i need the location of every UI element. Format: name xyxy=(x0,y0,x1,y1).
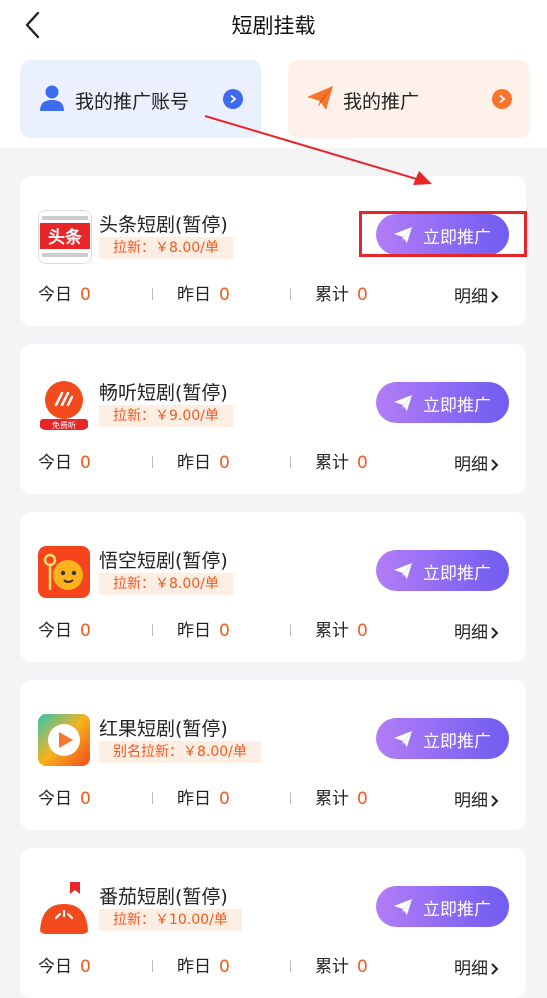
stat-yesterday: 昨日 0 xyxy=(177,957,230,977)
chevron-right-icon xyxy=(491,627,499,639)
reward-tag: 拉新：￥8.00/单 xyxy=(99,573,233,595)
stat-yesterday: 昨日 0 xyxy=(177,621,230,641)
page-title: 短剧挂载 xyxy=(231,14,316,38)
reward-tag: 拉新：￥10.00/单 xyxy=(99,909,242,931)
divider xyxy=(152,960,153,972)
detail-link[interactable]: 明细 xyxy=(454,282,500,307)
paper-plane-icon xyxy=(307,86,333,110)
divider xyxy=(290,960,291,972)
highlight-box xyxy=(359,211,527,257)
chevron-right-icon xyxy=(491,795,499,807)
drama-name: 畅听短剧(暂停) xyxy=(99,382,228,404)
stats-row: 今日 0 昨日 0 累计 0 明细 xyxy=(38,784,508,811)
stat-total: 累计 0 xyxy=(315,621,368,641)
stats-row: 今日 0 昨日 0 累计 0 明细 xyxy=(38,448,508,475)
drama-card-fanqie: 番茄短剧(暂停) 拉新：￥10.00/单 立即推广 今日 0 昨日 0 累计 0 明细 xyxy=(20,848,526,998)
divider xyxy=(152,792,153,804)
reward-tag: 拉新：￥8.00/单 xyxy=(99,237,233,259)
stat-today: 今日 0 xyxy=(38,453,91,473)
stats-row: 今日 0 昨日 0 累计 0 明细 xyxy=(38,952,508,979)
stat-today: 今日 0 xyxy=(38,789,91,809)
divider xyxy=(152,288,153,300)
divider xyxy=(290,792,291,804)
stat-yesterday: 昨日 0 xyxy=(177,285,230,305)
chevron-right-icon xyxy=(223,89,243,109)
paper-plane-icon xyxy=(394,899,412,915)
chevron-right-icon xyxy=(491,963,499,975)
divider xyxy=(290,456,291,468)
user-icon xyxy=(40,85,64,111)
divider xyxy=(290,288,291,300)
my-promo-account-label: 我的推广账号 xyxy=(75,91,190,113)
stats-row: 今日 0 昨日 0 累计 0 明细 xyxy=(38,616,508,643)
paper-plane-icon xyxy=(394,395,412,411)
chevron-right-icon xyxy=(492,89,512,109)
promote-now-button[interactable]: 立即推广 xyxy=(376,550,509,591)
promote-now-button[interactable]: 立即推广 xyxy=(376,718,509,759)
stat-yesterday: 昨日 0 xyxy=(177,789,230,809)
stat-total: 累计 0 xyxy=(315,285,368,305)
reward-tag: 别名拉新：￥8.00/单 xyxy=(99,741,261,763)
stat-today: 今日 0 xyxy=(38,285,91,305)
drama-card-changting: 免费听 畅听短剧(暂停) 拉新：￥9.00/单 立即推广 今日 0 昨日 0 累计 0… xyxy=(20,344,526,494)
stat-today: 今日 0 xyxy=(38,957,91,977)
detail-link[interactable]: 明细 xyxy=(454,618,500,643)
chevron-right-icon xyxy=(491,291,499,303)
top-cards-area: 我的推广账号 我的推广 xyxy=(0,48,547,148)
my-promo-account-card[interactable]: 我的推广账号 xyxy=(20,60,261,138)
logo-text: 免费听 xyxy=(52,420,76,430)
detail-link[interactable]: 明细 xyxy=(454,450,500,475)
logo-text: 头条 xyxy=(48,227,83,248)
drama-card-wukong: 悟空短剧(暂停) 拉新：￥8.00/单 立即推广 今日 0 昨日 0 累计 0 明细 xyxy=(20,512,526,662)
changting-logo-icon: 免费听 xyxy=(38,378,90,430)
stat-yesterday: 昨日 0 xyxy=(177,453,230,473)
stats-row: 今日 0 昨日 0 累计 0 明细 xyxy=(38,280,508,307)
my-promo-label: 我的推广 xyxy=(343,91,420,113)
paper-plane-icon xyxy=(394,563,412,579)
detail-link[interactable]: 明细 xyxy=(454,786,500,811)
fanqie-logo-icon xyxy=(38,882,90,934)
drama-card-hongguo: 红果短剧(暂停) 别名拉新：￥8.00/单 立即推广 今日 0 昨日 0 累计 0 明… xyxy=(20,680,526,830)
promote-now-button[interactable]: 立即推广 xyxy=(376,886,509,927)
paper-plane-icon xyxy=(394,731,412,747)
wukong-logo-icon xyxy=(38,546,90,598)
divider xyxy=(152,624,153,636)
stat-total: 累计 0 xyxy=(315,789,368,809)
drama-name: 红果短剧(暂停) xyxy=(99,718,228,740)
stat-today: 今日 0 xyxy=(38,621,91,641)
header-bar: 短剧挂载 xyxy=(0,0,547,48)
toutiao-logo-icon: 头条 xyxy=(38,210,92,264)
drama-name: 番茄短剧(暂停) xyxy=(99,886,228,908)
stat-total: 累计 0 xyxy=(315,957,368,977)
my-promo-card[interactable]: 我的推广 xyxy=(288,60,530,138)
detail-link[interactable]: 明细 xyxy=(454,954,500,979)
stat-total: 累计 0 xyxy=(315,453,368,473)
promote-now-button[interactable]: 立即推广 xyxy=(376,382,509,423)
hongguo-logo-icon xyxy=(38,714,90,766)
divider xyxy=(290,624,291,636)
reward-tag: 拉新：￥9.00/单 xyxy=(99,405,233,427)
chevron-right-icon xyxy=(491,459,499,471)
divider xyxy=(152,456,153,468)
drama-name: 头条短剧(暂停) xyxy=(99,214,228,236)
drama-name: 悟空短剧(暂停) xyxy=(99,550,228,572)
